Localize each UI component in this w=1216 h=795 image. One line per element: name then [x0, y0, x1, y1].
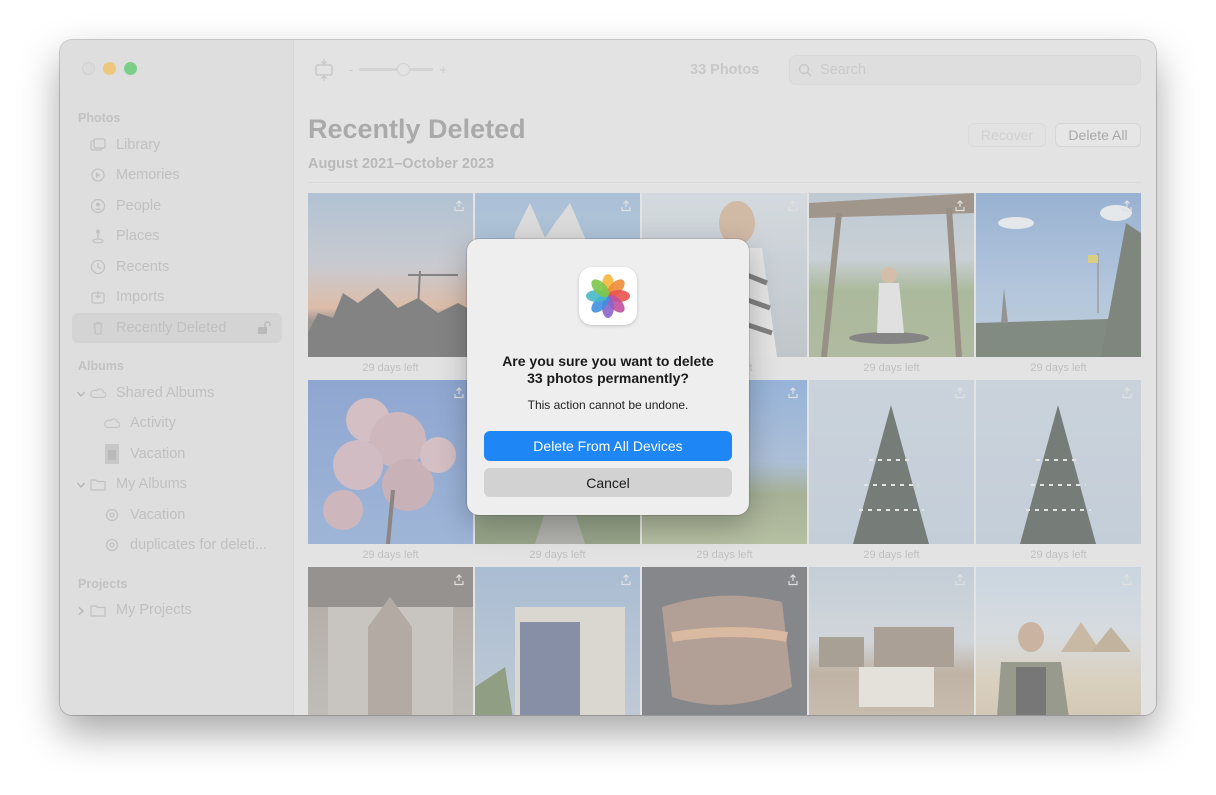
dialog-title-line: 33 photos permanently?	[527, 370, 689, 386]
photos-app-icon	[579, 267, 637, 325]
dialog-message: This action cannot be undone.	[527, 398, 689, 412]
delete-confirmation-dialog: Are you sure you want to delete 33 photo…	[467, 239, 749, 515]
delete-from-all-devices-button[interactable]: Delete From All Devices	[484, 431, 732, 461]
dialog-title-line: Are you sure you want to delete	[502, 353, 714, 369]
dialog-title: Are you sure you want to delete 33 photo…	[477, 353, 739, 387]
cancel-button[interactable]: Cancel	[484, 468, 732, 497]
